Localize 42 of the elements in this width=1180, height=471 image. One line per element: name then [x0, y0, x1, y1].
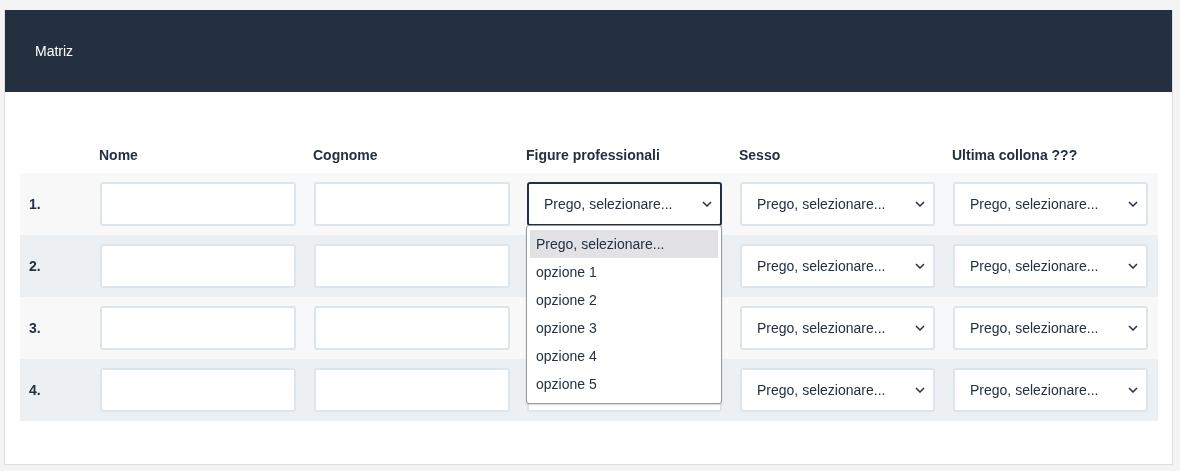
chevron-down-icon	[915, 387, 925, 393]
select-dropdown[interactable]: Prego, selezionare...	[953, 182, 1148, 226]
dropdown-option[interactable]: opzione 1	[530, 258, 718, 286]
header-title: Matriz	[35, 43, 74, 59]
dropdown-option[interactable]: opzione 5	[530, 370, 718, 398]
select-dropdown[interactable]: Prego, selezionare...	[740, 306, 935, 350]
text-input-field[interactable]	[314, 306, 510, 350]
row-number: 4.	[28, 382, 41, 398]
select-dropdown[interactable]: Prego, selezionare...	[953, 244, 1148, 288]
chevron-down-icon	[1128, 201, 1138, 207]
chevron-down-icon	[1128, 263, 1138, 269]
select-dropdown[interactable]: Prego, selezionare...	[740, 368, 935, 412]
select-dropdown[interactable]: Prego, selezionare...	[740, 244, 935, 288]
text-input-field[interactable]	[100, 306, 296, 350]
dropdown-option[interactable]: opzione 2	[530, 286, 718, 314]
column-header: Cognome	[313, 146, 379, 165]
text-input-field[interactable]	[100, 368, 296, 412]
text-input-field[interactable]	[314, 368, 510, 412]
dropdown-option[interactable]: Prego, selezionare...	[530, 230, 718, 258]
chevron-down-icon	[1128, 325, 1138, 331]
select-dropdown[interactable]: Prego, selezionare...	[953, 368, 1148, 412]
dropdown-option[interactable]: opzione 3	[530, 314, 718, 342]
chevron-down-icon	[915, 325, 925, 331]
column-header: Nome	[99, 146, 139, 165]
chevron-down-icon	[702, 201, 712, 207]
column-header: Ultima collona ???	[952, 146, 1079, 165]
text-input-field[interactable]	[314, 244, 510, 288]
column-header: Figure professionali	[526, 146, 661, 165]
dropdown-option[interactable]: opzione 4	[530, 342, 718, 370]
row-number: 3.	[28, 320, 41, 336]
chevron-down-icon	[1128, 387, 1138, 393]
row-number: 1.	[28, 196, 41, 212]
column-header: Sesso	[739, 146, 782, 165]
select-dropdown[interactable]: Prego, selezionare...	[527, 182, 722, 226]
select-dropdown[interactable]: Prego, selezionare...	[740, 182, 935, 226]
select-dropdown[interactable]: Prego, selezionare...	[953, 306, 1148, 350]
row-number: 2.	[28, 258, 41, 274]
text-input-field[interactable]	[100, 244, 296, 288]
chevron-down-icon	[915, 263, 925, 269]
chevron-down-icon	[915, 201, 925, 207]
text-input-field[interactable]	[314, 182, 510, 226]
text-input-field[interactable]	[100, 182, 296, 226]
